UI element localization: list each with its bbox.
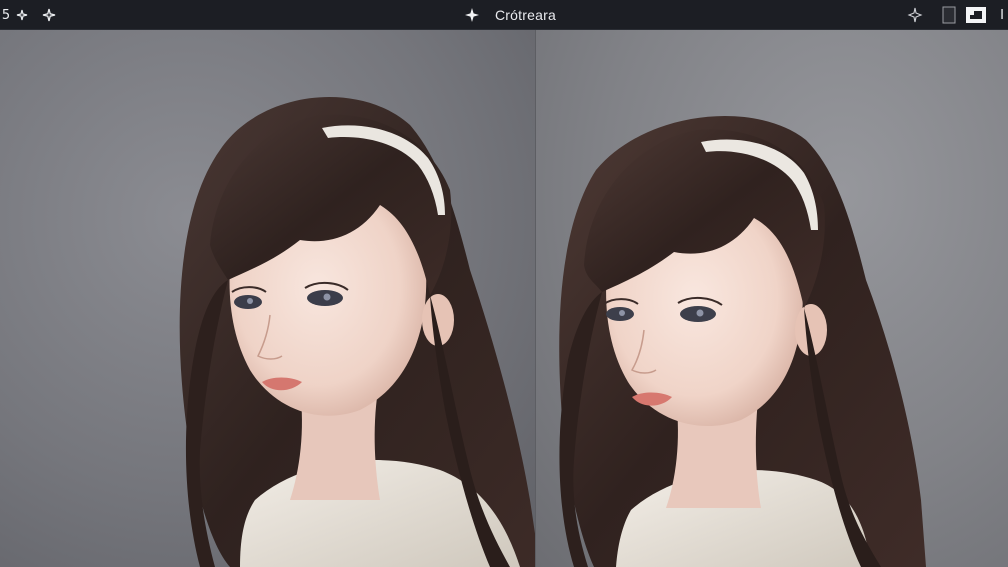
sparkle-button[interactable] [40,0,58,30]
sparkle-icon [42,8,56,22]
info-glyph: I [1000,7,1004,23]
document-title: Crótreara [495,7,556,23]
panel-toggle-icon [942,6,956,24]
pin-icon [464,7,480,23]
crop-frame-button[interactable] [964,0,988,30]
left-image-panel[interactable] [0,30,535,567]
panel-toggle-button[interactable] [940,0,958,30]
move-cursor-icon [907,7,923,23]
info-button[interactable]: I [996,0,1008,30]
sparkle-small-button[interactable] [14,0,30,30]
right-image-panel[interactable] [536,30,1008,567]
crop-frame-icon [965,6,987,24]
number-five-glyph: 5 [1,7,11,23]
image-canvas [0,30,1008,567]
sparkle-small-icon [16,9,28,21]
left-portrait-image [179,97,535,567]
top-toolbar: 5 Crótreara I [0,0,1008,30]
move-cursor-button[interactable] [905,0,925,30]
toolbar-item-number[interactable]: 5 [0,0,12,30]
app-window: 5 Crótreara I [0,0,1008,567]
pin-button[interactable] [462,0,482,30]
right-portrait-image [559,116,926,567]
